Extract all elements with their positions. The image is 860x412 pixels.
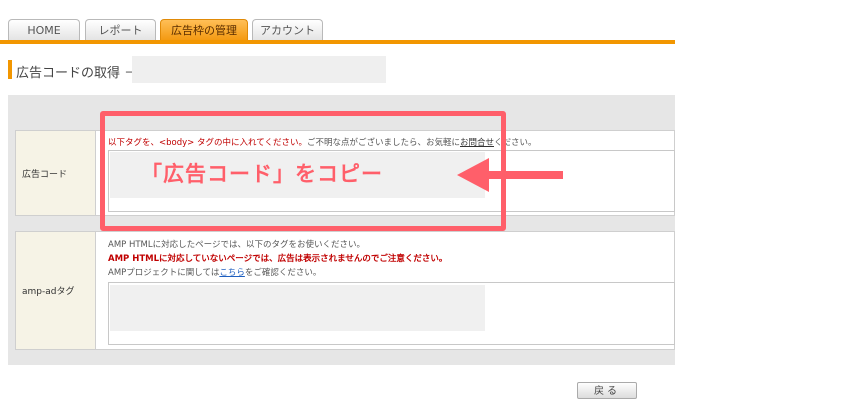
back-button[interactable]: 戻る [577,382,637,399]
ad-slot-name-field [132,56,386,83]
amp-line-1: AMP HTMLに対応したページでは、以下のタグをお使いください。 [108,240,365,250]
amp-warning: AMP HTMLに対応していないページでは、広告は表示されませんのでご注意くださ… [108,254,448,264]
tab-bar-underline [0,40,675,44]
tab-report[interactable]: レポート [85,19,156,40]
amp-ad-label: amp-adタグ [16,232,96,349]
amp-line-3-pre: AMPプロジェクトに関しては [108,268,220,278]
page-title: 広告コードの取得 － [16,66,138,81]
tab-account[interactable]: アカウント [252,19,323,40]
page-title-accent [8,60,12,79]
left-arrow-icon [457,158,563,192]
amp-line-3-post: をご確認ください。 [244,268,322,278]
ad-code-label: 広告コード [16,131,96,215]
tab-home[interactable]: HOME [8,19,80,40]
tab-ad-slot-management[interactable]: 広告枠の管理 [160,19,248,40]
amp-project-link[interactable]: こちら [219,268,245,278]
amp-code-content [110,285,485,331]
copy-annotation-text: 「広告コード」をコピー [141,162,383,186]
amp-line-3: AMPプロジェクトに関してはこちらをご確認ください。 [108,266,321,278]
